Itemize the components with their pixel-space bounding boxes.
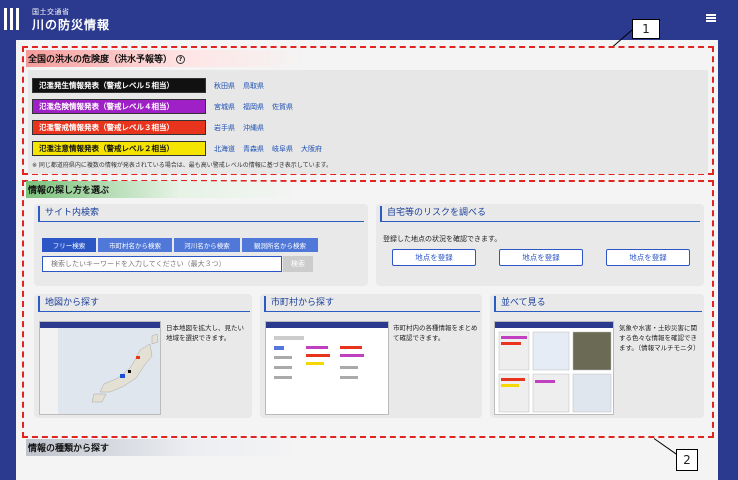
japan-map-icon [40, 322, 160, 414]
flood-level-row: 氾濫警戒情報発表（警戒レベル３相当） 岩手県 沖縄県 [32, 120, 264, 135]
site-search-title: サイト内検索 [38, 206, 364, 222]
site-header: 国土交通省 川の防災情報 [0, 0, 738, 36]
risk-description: 登録した地点の状況を確認できます。 [383, 235, 502, 243]
site-title[interactable]: 川の防災情報 [32, 16, 110, 33]
map-search-title[interactable]: 地図から探す [38, 296, 250, 312]
city-thumbnail[interactable] [265, 321, 389, 415]
city-search-title[interactable]: 市町村から探す [264, 296, 480, 312]
callout-2: 2 [676, 449, 698, 471]
level-2-badge[interactable]: 氾濫注意情報発表（警戒レベル２相当） [32, 141, 206, 156]
risk-title: 自宅等のリスクを調べる [380, 206, 700, 222]
search-button[interactable]: 検索 [283, 256, 313, 272]
pref-link[interactable]: 北海道 [214, 144, 235, 154]
flood-level-row: 氾濫発生情報発表（警戒レベル５相当） 秋田県 鳥取県 [32, 78, 264, 93]
pref-link[interactable]: 青森県 [243, 144, 264, 154]
multi-monitor-icon [495, 322, 613, 413]
map-thumbnail[interactable] [39, 321, 161, 415]
pref-link[interactable]: 福岡県 [243, 102, 264, 112]
flood-section-title: 全国の洪水の危険度（洪水予報等）? [26, 50, 306, 67]
flood-level-row: 氾濫危険情報発表（警戒レベル４相当） 宮城県 福岡県 佐賀県 [32, 99, 293, 114]
tab-free-search[interactable]: フリー検索 [42, 238, 96, 252]
pref-link[interactable]: 岐阜県 [272, 144, 293, 154]
flood-level-row: 氾濫注意情報発表（警戒レベル２相当） 北海道 青森県 岐阜県 大阪府 [32, 141, 322, 156]
tab-city-search[interactable]: 市町村名から検索 [98, 238, 172, 252]
pref-link[interactable]: 宮城県 [214, 102, 235, 112]
pref-link[interactable]: 鳥取県 [243, 81, 264, 91]
list-thumbnail[interactable] [494, 321, 614, 415]
level-5-badge[interactable]: 氾濫発生情報発表（警戒レベル５相当） [32, 78, 206, 93]
search-section-title: 情報の探し方を選ぶ [26, 181, 306, 198]
pref-link[interactable]: 岩手県 [214, 123, 235, 133]
tab-station-search[interactable]: 観測所名から検索 [242, 238, 318, 252]
register-location-button[interactable]: 地点を登録 [392, 249, 476, 266]
flood-note: ※ 同じ都道府県内に複数の情報が発表されている場合は、最も高い警戒レベルの情報に… [32, 162, 332, 169]
tab-river-search[interactable]: 河川名から検索 [174, 238, 240, 252]
search-tabs: フリー検索 市町村名から検索 河川名から検索 観測所名から検索 [42, 238, 318, 252]
city-info-icon [266, 322, 388, 379]
list-view-description: 気象や水害・土砂災害に関する色々な情報を確認できます。（情報マルチモニタ） [619, 324, 700, 352]
hamburger-menu-icon[interactable] [706, 14, 716, 22]
types-section-title: 情報の種類から探す [26, 439, 306, 456]
pref-link[interactable]: 秋田県 [214, 81, 235, 91]
list-view-title[interactable]: 並べて見る [494, 296, 702, 312]
pref-link[interactable]: 大阪府 [301, 144, 322, 154]
level-4-badge[interactable]: 氾濫危険情報発表（警戒レベル４相当） [32, 99, 206, 114]
register-location-button[interactable]: 地点を登録 [606, 249, 690, 266]
level-3-badge[interactable]: 氾濫警戒情報発表（警戒レベル３相当） [32, 120, 206, 135]
search-input[interactable] [42, 256, 282, 272]
register-location-button[interactable]: 地点を登録 [499, 249, 583, 266]
site-logo-icon [4, 8, 26, 30]
pref-link[interactable]: 佐賀県 [272, 102, 293, 112]
flood-risk-panel: 氾濫発生情報発表（警戒レベル５相当） 秋田県 鳥取県 氾濫危険情報発表（警戒レベ… [28, 70, 708, 174]
pref-link[interactable]: 沖縄県 [243, 123, 264, 133]
callout-1: 1 [632, 19, 660, 39]
help-icon[interactable]: ? [176, 55, 186, 64]
city-search-description: 市町村内の各種情報をまとめて確認できます。 [393, 324, 478, 342]
map-search-description: 日本地図を拡大し、見たい地域を選択できます。 [166, 324, 244, 342]
